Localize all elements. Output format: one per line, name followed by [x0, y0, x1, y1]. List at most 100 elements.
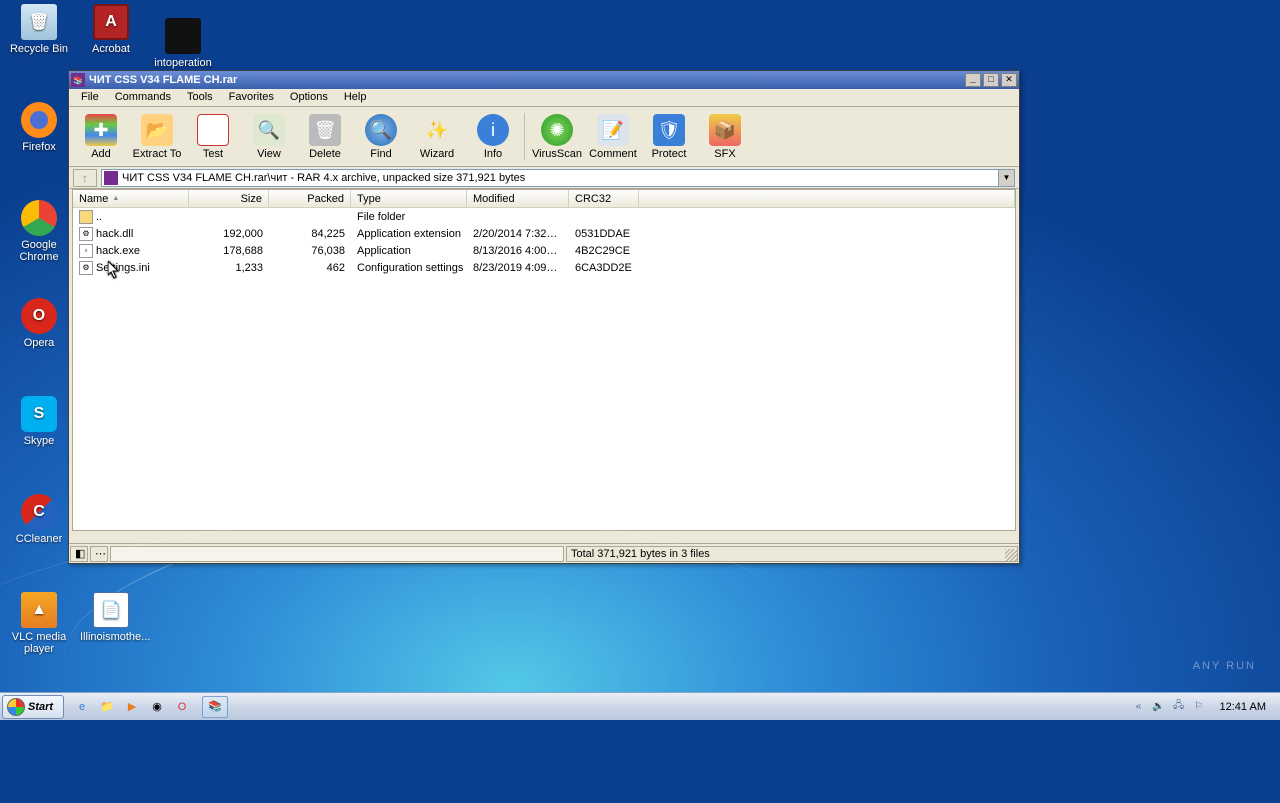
desktop-icon-label: VLC media player	[8, 631, 70, 655]
menu-help[interactable]: Help	[336, 89, 375, 106]
column-name[interactable]: Name▲	[73, 190, 189, 207]
desktop-icon-ccleaner[interactable]: C CCleaner	[8, 494, 70, 545]
cell-type: Application	[351, 245, 467, 257]
chrome-ql-icon[interactable]: ◉	[145, 696, 169, 718]
wizard-icon: ✨	[421, 114, 453, 146]
desktop-icon-vlc[interactable]: ▲ VLC media player	[8, 592, 70, 655]
toolbar-add-button[interactable]: ✚Add	[74, 110, 128, 163]
column-crc32[interactable]: CRC32	[569, 190, 639, 207]
column-modified[interactable]: Modified	[467, 190, 569, 207]
start-label: Start	[28, 701, 53, 713]
menu-file[interactable]: File	[73, 89, 107, 106]
tray-clock[interactable]: 12:41 AM	[1212, 701, 1274, 713]
desktop-icon-label: Firefox	[8, 141, 70, 153]
opera-icon: O	[21, 298, 57, 334]
menu-tools[interactable]: Tools	[179, 89, 221, 106]
add-icon: ✚	[85, 114, 117, 146]
file-row[interactable]: ▫hack.exe178,68876,038Application8/13/20…	[73, 242, 1015, 259]
desktop-icon-label: Skype	[8, 435, 70, 447]
quick-launch: e 📁 ▶ ◉ O	[70, 696, 194, 718]
desktop-icon-acrobat[interactable]: A Acrobat	[80, 4, 142, 55]
desktop-icon-label: Opera	[8, 337, 70, 349]
status-icon-1[interactable]: ◧	[70, 546, 88, 562]
dll-icon: ⚙	[79, 227, 93, 241]
maximize-button[interactable]: □	[983, 73, 999, 87]
menu-commands[interactable]: Commands	[107, 89, 179, 106]
cell-packed: 84,225	[269, 228, 351, 240]
file-row[interactable]: ⚙hack.dll192,00084,225Application extens…	[73, 225, 1015, 242]
file-row[interactable]: ⚙Settings.ini1,233462Configuration setti…	[73, 259, 1015, 276]
recycle-icon: 🗑	[21, 4, 57, 40]
column-size[interactable]: Size	[189, 190, 269, 207]
titlebar[interactable]: 📚 ЧИТ CSS V34 FLAME CH.rar _ □ ✕	[69, 71, 1019, 89]
desktop-icon-skype[interactable]: S Skype	[8, 396, 70, 447]
toolbar-info-button[interactable]: iInfo	[466, 110, 520, 163]
start-button[interactable]: Start	[2, 695, 64, 719]
toolbar-label: Extract To	[133, 148, 182, 160]
cell-name: ⚙hack.dll	[73, 227, 189, 241]
desktop-icon-label: CCleaner	[8, 533, 70, 545]
toolbar-label: View	[257, 148, 281, 160]
network-icon[interactable]: 🖧	[1172, 700, 1186, 714]
vlc-icon: ▲	[21, 592, 57, 628]
winrar-icon: 📚	[71, 73, 85, 87]
opera-ql-icon[interactable]: O	[170, 696, 194, 718]
ccleaner-icon: C	[21, 494, 57, 530]
toolbar-find-button[interactable]: 🔍Find	[354, 110, 408, 163]
toolbar-test-button[interactable]: ✔Test	[186, 110, 240, 163]
toolbar-delete-button[interactable]: 🗑Delete	[298, 110, 352, 163]
menu-options[interactable]: Options	[282, 89, 336, 106]
toolbar-comment-button[interactable]: 📝Comment	[586, 110, 640, 163]
desktop-icon-doc[interactable]: 📄Illinoismothe...	[80, 592, 142, 643]
minimize-button[interactable]: _	[965, 73, 981, 87]
file-row[interactable]: ..File folder	[73, 208, 1015, 225]
toolbar-sfx-button[interactable]: 📦SFX	[698, 110, 752, 163]
cell-packed: 462	[269, 262, 351, 274]
winrar-window: 📚 ЧИТ CSS V34 FLAME CH.rar _ □ ✕ FileCom…	[68, 70, 1020, 564]
column-packed[interactable]: Packed	[269, 190, 351, 207]
volume-icon[interactable]: 🔉	[1152, 700, 1166, 714]
desktop-icon-chrome[interactable]: Google Chrome	[8, 200, 70, 263]
desktop-icon-recycle[interactable]: 🗑Recycle Bin	[8, 4, 70, 55]
status-icon-2[interactable]: ⋯	[90, 546, 108, 562]
explorer-icon[interactable]: 📁	[95, 696, 119, 718]
desktop-icon-label: Google Chrome	[8, 239, 70, 263]
toolbar-protect-button[interactable]: 🛡Protect	[642, 110, 696, 163]
column-type[interactable]: Type	[351, 190, 467, 207]
info-icon: i	[477, 114, 509, 146]
ie-icon[interactable]: e	[70, 696, 94, 718]
skype-icon: S	[21, 396, 57, 432]
cell-crc: 0531DDAE	[569, 228, 639, 240]
cell-size: 1,233	[189, 262, 269, 274]
toolbar-view-button[interactable]: 🔍View	[242, 110, 296, 163]
acrobat-icon: A	[93, 4, 129, 40]
toolbar-extract-button[interactable]: 📂Extract To	[130, 110, 184, 163]
exe-icon: ▫	[79, 244, 93, 258]
file-list: Name▲SizePackedTypeModifiedCRC32 ..File …	[72, 189, 1016, 531]
tray-chevron-icon[interactable]: «	[1132, 700, 1146, 714]
close-button[interactable]: ✕	[1001, 73, 1017, 87]
up-button[interactable]: ↑	[73, 169, 97, 187]
toolbar-virus-button[interactable]: ✺VirusScan	[530, 110, 584, 163]
statusbar: ◧ ⋯ Total 371,921 bytes in 3 files	[69, 543, 1019, 563]
toolbar-label: Comment	[589, 148, 637, 160]
task-buttons: 📚	[198, 696, 1125, 718]
toolbar-wizard-button[interactable]: ✨Wizard	[410, 110, 464, 163]
desktop-icon-firefox[interactable]: Firefox	[8, 102, 70, 153]
path-combo[interactable]: ЧИТ CSS V34 FLAME CH.rar\чит - RAR 4.x a…	[101, 169, 1015, 187]
cell-crc: 6CA3DD2E	[569, 262, 639, 274]
desktop-icon-opera[interactable]: O Opera	[8, 298, 70, 349]
path-dropdown-icon[interactable]: ▼	[998, 170, 1014, 186]
media-icon[interactable]: ▶	[120, 696, 144, 718]
status-slider[interactable]	[110, 546, 564, 562]
menu-favorites[interactable]: Favorites	[221, 89, 282, 106]
resize-grip-icon[interactable]	[1005, 549, 1017, 561]
toolbar-label: Find	[370, 148, 391, 160]
desktop-icon-label: Acrobat	[80, 43, 142, 55]
cell-crc: 4B2C29CE	[569, 245, 639, 257]
desktop-icon-blackbox[interactable]: intoperation	[152, 18, 214, 69]
column-headers: Name▲SizePackedTypeModifiedCRC32	[73, 190, 1015, 208]
address-bar: ↑ ЧИТ CSS V34 FLAME CH.rar\чит - RAR 4.x…	[69, 167, 1019, 189]
winrar-task[interactable]: 📚	[202, 696, 228, 718]
flag-icon[interactable]: ⚐	[1192, 700, 1206, 714]
